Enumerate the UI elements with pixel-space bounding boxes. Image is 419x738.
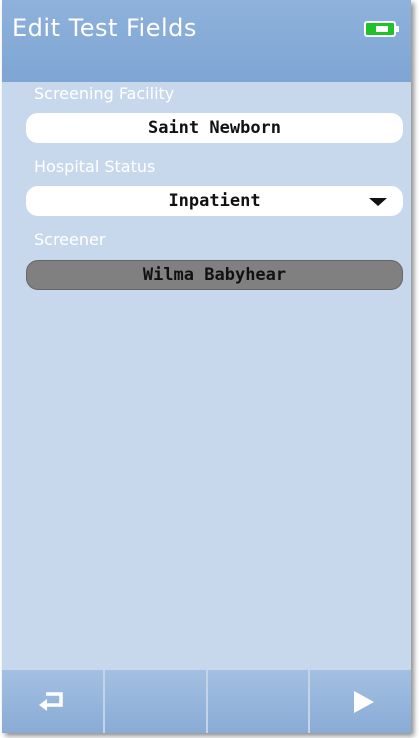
header-bar: Edit Test Fields [2,0,411,82]
back-button[interactable] [2,670,105,733]
device-screen: Edit Test Fields Screening Facility Sain… [2,0,411,733]
battery-charging-icon [364,21,399,37]
hospital-status-value: Inpatient [168,191,261,211]
hospital-status-label: Hospital Status [34,157,156,176]
footer-button-2[interactable] [104,670,208,733]
screener-label: Screener [34,230,106,249]
play-icon [353,690,374,713]
screening-facility-value: Saint Newborn [147,118,282,138]
footer-toolbar [2,670,411,733]
chevron-down-icon [369,198,387,206]
screener-value: Wilma Babyhear [142,265,287,285]
plug-icon [376,26,388,32]
next-button[interactable] [310,670,411,733]
hospital-status-dropdown[interactable]: Inpatient [26,186,403,216]
footer-button-3[interactable] [207,670,311,733]
page-title: Edit Test Fields [12,14,197,42]
screener-field: Wilma Babyhear [26,260,403,290]
return-icon [39,691,64,711]
screening-facility-field[interactable]: Saint Newborn [26,113,403,143]
screening-facility-label: Screening Facility [34,84,175,103]
